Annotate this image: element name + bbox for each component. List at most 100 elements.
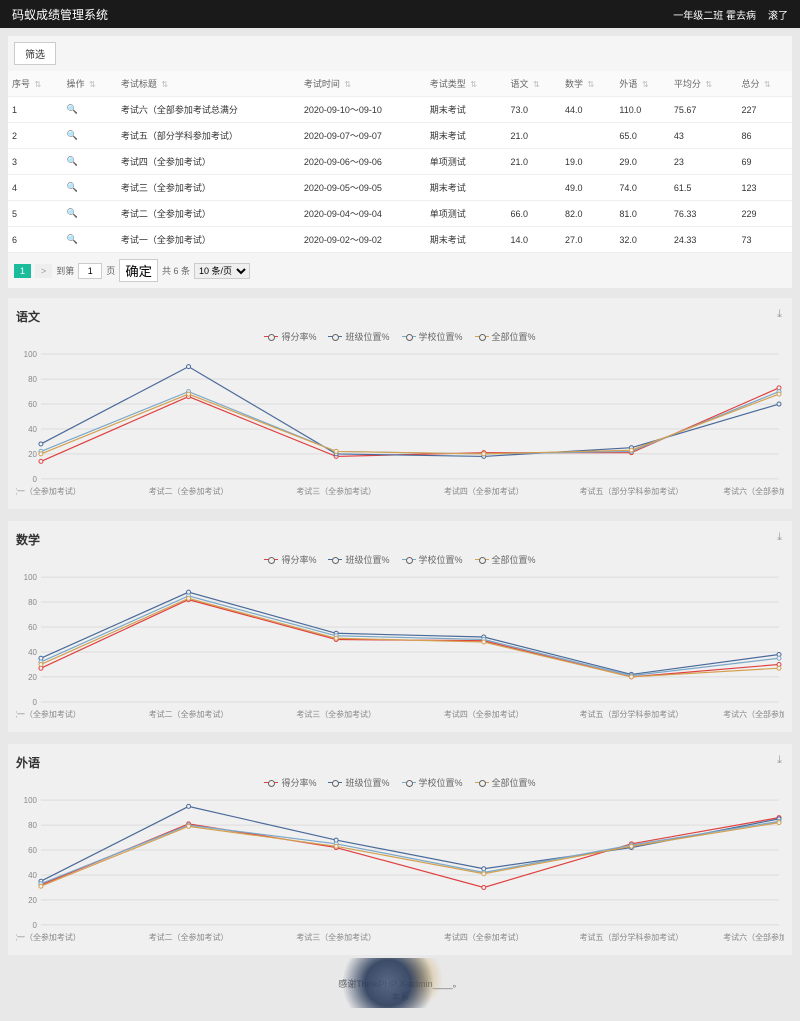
header-right: 一年级二班 霍去病 滚了 xyxy=(673,7,788,22)
magnify-icon[interactable]: 🔍 xyxy=(66,208,77,218)
legend-item[interactable]: 得分率% xyxy=(264,776,316,789)
page-next[interactable]: > xyxy=(35,264,52,278)
data-point[interactable] xyxy=(482,452,486,456)
col-header[interactable]: 操作 ⇅ xyxy=(62,71,116,97)
data-point[interactable] xyxy=(777,821,781,825)
data-point[interactable] xyxy=(629,844,633,848)
legend-symbol xyxy=(475,336,489,337)
col-header[interactable]: 总分 ⇅ xyxy=(738,71,793,97)
cell-avg: 75.67 xyxy=(670,97,738,123)
cell-title: 考试六（全部参加考试总满分 xyxy=(117,97,300,123)
series-line xyxy=(41,388,779,462)
sort-icon: ⇅ xyxy=(705,80,712,89)
data-point[interactable] xyxy=(187,365,191,369)
data-point[interactable] xyxy=(187,824,191,828)
data-point[interactable] xyxy=(482,885,486,889)
per-page-select[interactable]: 10 条/页 xyxy=(194,263,250,279)
data-point[interactable] xyxy=(39,662,43,666)
download-icon[interactable]: ⤓ xyxy=(777,531,782,544)
data-point[interactable] xyxy=(39,452,43,456)
exam-table: 序号 ⇅操作 ⇅考试标题 ⇅考试时间 ⇅考试类型 ⇅语文 ⇅数学 ⇅外语 ⇅平均… xyxy=(8,71,792,253)
legend-item[interactable]: 得分率% xyxy=(264,330,316,343)
download-icon[interactable]: ⤓ xyxy=(777,754,782,767)
cell-idx: 3 xyxy=(8,149,62,175)
magnify-icon[interactable]: 🔍 xyxy=(66,234,77,244)
col-header[interactable]: 考试标题 ⇅ xyxy=(117,71,300,97)
legend-item[interactable]: 班级位置% xyxy=(328,553,389,566)
legend-item[interactable]: 得分率% xyxy=(264,553,316,566)
col-header[interactable]: 平均分 ⇅ xyxy=(670,71,738,97)
data-point[interactable] xyxy=(334,449,338,453)
col-header[interactable]: 数学 ⇅ xyxy=(561,71,615,97)
col-header[interactable]: 考试类型 ⇅ xyxy=(426,71,507,97)
col-header[interactable]: 外语 ⇅ xyxy=(615,71,669,97)
magnify-icon[interactable]: 🔍 xyxy=(66,156,77,166)
data-point[interactable] xyxy=(777,392,781,396)
sort-icon: ⇅ xyxy=(89,80,96,89)
legend-item[interactable]: 班级位置% xyxy=(328,330,389,343)
filter-button[interactable]: 筛选 xyxy=(14,42,56,65)
data-point[interactable] xyxy=(482,640,486,644)
cell-type: 期末考试 xyxy=(426,175,507,201)
svg-text:40: 40 xyxy=(28,425,37,434)
data-point[interactable] xyxy=(187,804,191,808)
legend-item[interactable]: 全部位置% xyxy=(475,776,536,789)
cell-avg: 24.33 xyxy=(670,227,738,253)
data-point[interactable] xyxy=(334,844,338,848)
svg-text:40: 40 xyxy=(28,871,37,880)
svg-text:考试一（全参加考试）: 考试一（全参加考试） xyxy=(16,709,81,719)
data-point[interactable] xyxy=(482,872,486,876)
download-icon[interactable]: ⤓ xyxy=(777,308,782,321)
cell-wy: 110.0 xyxy=(615,97,669,123)
data-point[interactable] xyxy=(777,656,781,660)
col-header[interactable]: 序号 ⇅ xyxy=(8,71,62,97)
cell-wy: 81.0 xyxy=(615,201,669,227)
legend-item[interactable]: 全部位置% xyxy=(475,330,536,343)
data-point[interactable] xyxy=(777,402,781,406)
page-input[interactable] xyxy=(78,263,102,279)
legend-item[interactable]: 学校位置% xyxy=(402,776,463,789)
cell-idx: 1 xyxy=(8,97,62,123)
magnify-icon[interactable]: 🔍 xyxy=(66,130,77,140)
legend-item[interactable]: 班级位置% xyxy=(328,776,389,789)
cell-idx: 5 xyxy=(8,201,62,227)
data-point[interactable] xyxy=(629,448,633,452)
col-header[interactable]: 考试时间 ⇅ xyxy=(300,71,426,97)
class-user-link[interactable]: 一年级二班 霍去病 xyxy=(673,7,756,22)
sort-icon: ⇅ xyxy=(587,80,594,89)
data-point[interactable] xyxy=(39,884,43,888)
main-content: 筛选 序号 ⇅操作 ⇅考试标题 ⇅考试时间 ⇅考试类型 ⇅语文 ⇅数学 ⇅外语 … xyxy=(0,28,800,1021)
data-point[interactable] xyxy=(777,666,781,670)
col-header[interactable]: 语文 ⇅ xyxy=(507,71,561,97)
chart-panel: 语文得分率%班级位置%学校位置%全部位置%⤓020406080100考试一（全参… xyxy=(8,298,792,509)
svg-text:100: 100 xyxy=(24,350,38,359)
data-point[interactable] xyxy=(187,392,191,396)
chart-legend: 得分率% 班级位置% 学校位置% 全部位置% xyxy=(16,329,784,343)
svg-text:0: 0 xyxy=(33,698,38,707)
svg-text:考试四（全参加考试）: 考试四（全参加考试） xyxy=(444,932,524,942)
page-current[interactable]: 1 xyxy=(14,264,31,278)
legend-item[interactable]: 全部位置% xyxy=(475,553,536,566)
page-go-button[interactable]: 确定 xyxy=(119,259,158,282)
data-point[interactable] xyxy=(187,596,191,600)
data-point[interactable] xyxy=(39,442,43,446)
magnify-icon[interactable]: 🔍 xyxy=(66,182,77,192)
chart-legend: 得分率% 班级位置% 学校位置% 全部位置% xyxy=(16,775,784,789)
data-point[interactable] xyxy=(334,636,338,640)
cell-idx: 2 xyxy=(8,123,62,149)
logout-link[interactable]: 滚了 xyxy=(768,7,788,22)
table-row: 6🔍考试一（全参加考试）2020-09-02～09-02期末考试14.027.0… xyxy=(8,227,792,253)
svg-text:考试三（全参加考试）: 考试三（全参加考试） xyxy=(296,709,376,719)
legend-item[interactable]: 学校位置% xyxy=(402,330,463,343)
cell-type: 单项测试 xyxy=(426,201,507,227)
sort-icon: ⇅ xyxy=(533,80,540,89)
cell-time: 2020-09-07～09-07 xyxy=(300,123,426,149)
magnify-icon[interactable]: 🔍 xyxy=(66,104,77,114)
data-point[interactable] xyxy=(39,459,43,463)
series-line xyxy=(41,394,779,454)
chart-svg: 020406080100考试一（全参加考试）考试二（全参加考试）考试三（全参加考… xyxy=(16,572,784,722)
legend-item[interactable]: 学校位置% xyxy=(402,553,463,566)
cell-wy: 32.0 xyxy=(615,227,669,253)
cell-avg: 23 xyxy=(670,149,738,175)
data-point[interactable] xyxy=(629,675,633,679)
